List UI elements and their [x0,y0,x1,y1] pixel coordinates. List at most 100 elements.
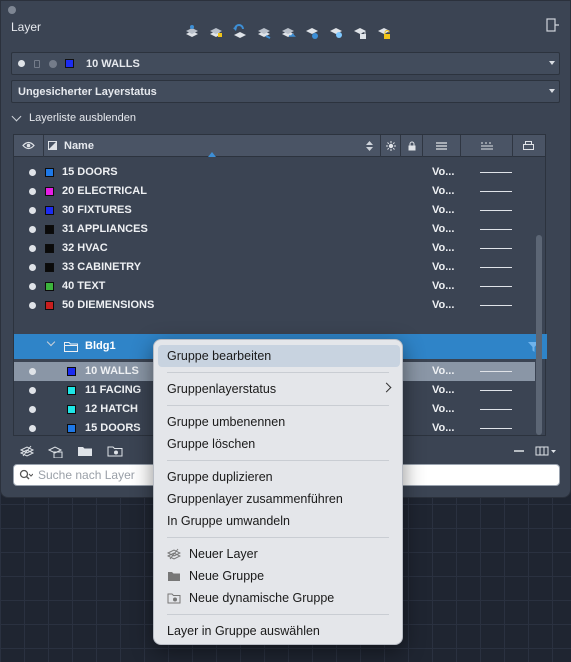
layer-undo-icon[interactable] [230,22,250,42]
chevron-down-icon [11,111,22,121]
menu-item-edit-group[interactable]: Gruppe bearbeiten [158,345,400,367]
layer-linetype-value: Vo... [432,403,455,415]
menu-item-label: Gruppenlayerstatus [167,382,277,396]
layer-name: 32 HVAC [62,242,108,254]
layer-lock-icon[interactable] [350,22,370,42]
layer-linetype-value: Vo... [432,166,455,178]
menu-item-new-layer[interactable]: Neuer Layer [154,543,404,565]
layer-change-icon[interactable] [278,22,298,42]
menu-separator [167,460,389,461]
visibility-dot-icon[interactable] [29,188,36,195]
layer-unlock-icon[interactable] [374,22,394,42]
visibility-dot-icon[interactable] [29,169,36,176]
menu-item-duplicate-group[interactable]: Gruppe duplizieren [154,466,404,488]
sort-icon [366,140,373,151]
layer-edit-icon[interactable] [206,22,226,42]
visibility-dot-icon[interactable] [29,368,36,375]
visibility-dot-icon[interactable] [29,302,36,309]
visibility-dot-icon[interactable] [29,283,36,290]
layer-linetype-value: Vo... [432,422,455,434]
lineweight-line [480,409,512,410]
sun-icon [385,140,396,151]
layer-row[interactable]: 33 CABINETRY Vo... [14,258,535,277]
collapse-icon[interactable] [511,444,527,458]
new-layer-vp-icon[interactable] [47,444,63,458]
layer-linetype-value: Vo... [432,185,455,197]
menu-item-delete-group[interactable]: Gruppe löschen [154,433,404,455]
dock-panel-icon[interactable] [546,18,560,32]
plot-column-header[interactable] [513,135,543,157]
new-layer-icon[interactable] [19,444,35,458]
menu-item-group-layer-state[interactable]: Gruppenlayerstatus [154,378,404,400]
visibility-column-header[interactable] [14,134,44,157]
layer-state-dropdown[interactable]: Ungesicherter Layerstatus [11,80,560,103]
current-layer-color [65,59,74,68]
layer-color-swatch[interactable] [67,386,76,395]
layer-properties-icon[interactable] [182,22,202,42]
visibility-dot-icon[interactable] [29,425,36,432]
layer-row[interactable]: 30 FIXTURES Vo... [14,201,535,220]
menu-item-label: Neue Gruppe [189,569,265,583]
layer-color-swatch[interactable] [45,206,54,215]
lineweight-line [480,267,512,268]
layer-color-swatch[interactable] [45,263,54,272]
current-layer-name: 10 WALLS [86,57,140,70]
palette-close-dot[interactable] [8,6,16,14]
visibility-dot-icon[interactable] [29,207,36,214]
layer-color-swatch[interactable] [45,244,54,253]
layer-name: 11 FACING [85,384,142,396]
visibility-dot-icon[interactable] [29,245,36,252]
visibility-dot-icon[interactable] [29,226,36,233]
layer-color-swatch[interactable] [45,225,54,234]
menu-item-select-layers-in-group[interactable]: Layer in Gruppe auswählen [154,620,404,642]
chevron-down-icon [549,89,555,93]
new-dynamic-group-icon[interactable] [107,444,123,458]
columns-menu-icon[interactable] [535,444,557,458]
layer-name: 50 DIEMENSIONS [62,299,155,311]
layer-light-icon[interactable] [326,22,346,42]
layer-color-swatch[interactable] [45,187,54,196]
layer-name: 15 DOORS [62,166,118,178]
group-context-menu: Gruppe bearbeiten Gruppenlayerstatus Gru… [153,339,403,645]
color-column-header[interactable] [423,134,461,157]
visibility-dot-icon[interactable] [29,264,36,271]
layer-color-swatch[interactable] [67,424,76,433]
layer-color-swatch[interactable] [67,367,76,376]
menu-item-new-group[interactable]: Neue Gruppe [154,565,404,587]
toggle-layer-list[interactable]: Layerliste ausblenden [11,111,136,124]
folder-icon [168,572,180,581]
layer-row[interactable]: 40 TEXT Vo... [14,277,535,296]
menu-item-merge-group-layers[interactable]: Gruppenlayer zusammenführen [154,488,404,510]
menu-item-label: Gruppe duplizieren [167,470,273,484]
lineweight-line [480,371,512,372]
new-group-icon[interactable] [77,444,93,458]
vertical-scrollbar[interactable] [536,235,542,435]
freeze-column-header[interactable] [381,134,401,157]
visibility-dot-icon[interactable] [29,387,36,394]
menu-separator [167,372,389,373]
menu-item-label: Layer in Gruppe auswählen [167,624,320,638]
menu-item-label: Neuer Layer [189,547,258,561]
menu-item-label: In Gruppe umwandeln [167,514,290,528]
visibility-dot-icon[interactable] [29,406,36,413]
layer-linetype-value: Vo... [432,261,455,273]
menu-item-label: Neue dynamische Gruppe [189,591,335,605]
layer-row[interactable]: 15 DOORS Vo... [14,163,535,182]
linetype-column-header[interactable] [461,134,513,157]
layer-row[interactable]: 20 ELECTRICAL Vo... [14,182,535,201]
layer-color-swatch[interactable] [45,282,54,291]
layer-freeze-icon[interactable] [302,22,322,42]
lock-column-header[interactable] [401,134,423,157]
layer-color-swatch[interactable] [45,168,54,177]
layer-row[interactable]: 32 HVAC Vo... [14,239,535,258]
layer-color-swatch[interactable] [67,405,76,414]
menu-item-new-dynamic-group[interactable]: Neue dynamische Gruppe [154,587,404,609]
menu-item-convert-to-group[interactable]: In Gruppe umwandeln [154,510,404,532]
current-layer-dropdown[interactable]: 10 WALLS [11,52,560,75]
layer-row[interactable]: 50 DIEMENSIONS Vo... [14,296,535,315]
layer-match-icon[interactable] [254,22,274,42]
menu-item-rename-group[interactable]: Gruppe umbenennen [154,411,404,433]
layer-row[interactable]: 31 APPLIANCES Vo... [14,220,535,239]
chevron-down-icon[interactable] [46,337,56,347]
layer-color-swatch[interactable] [45,301,54,310]
